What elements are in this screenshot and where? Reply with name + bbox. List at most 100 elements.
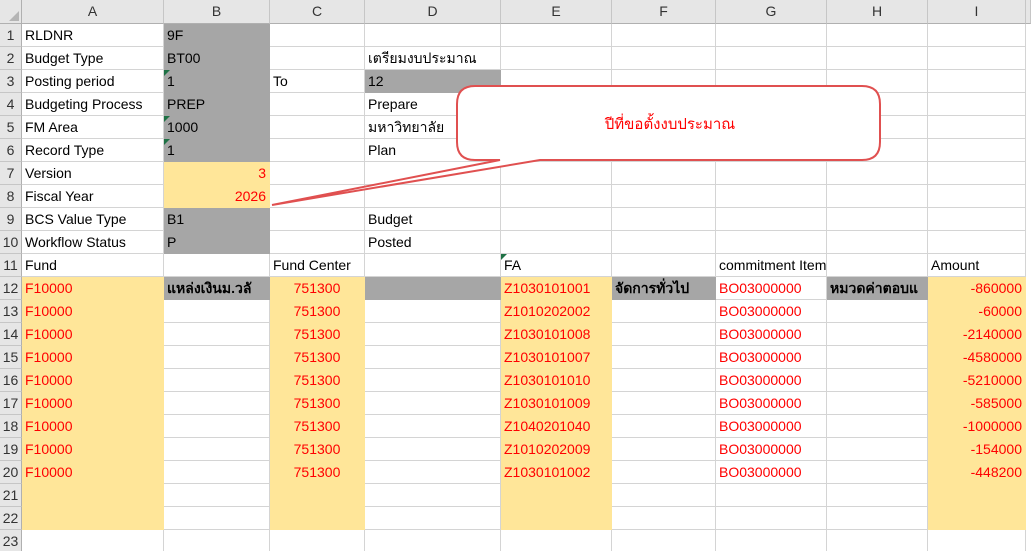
cell-i1[interactable] [928,24,1026,47]
cell-b12[interactable]: แหล่งเงินม.วลั [164,277,270,300]
cell-i9[interactable] [928,208,1026,231]
cell-c10[interactable] [270,231,365,254]
cell-b15[interactable] [164,346,270,369]
cell-c4[interactable] [270,93,365,116]
cell-h6[interactable] [827,139,928,162]
cell-a14[interactable]: F10000 [22,323,164,346]
column-header-h[interactable]: H [827,0,928,24]
cell-i10[interactable] [928,231,1026,254]
cell-e12[interactable]: Z1030101001 [501,277,612,300]
cell-c8[interactable] [270,185,365,208]
cell-c12[interactable]: 751300 [270,277,365,300]
cell-b8[interactable]: 2026 [164,185,270,208]
cell-e22[interactable] [501,507,612,530]
cell-a6[interactable]: Record Type [22,139,164,162]
row-header-16[interactable]: 16 [0,369,22,392]
cell-f23[interactable] [612,530,716,551]
cell-g18[interactable]: BO03000000 [716,415,827,438]
cell-h20[interactable] [827,461,928,484]
select-all-corner[interactable] [0,0,22,24]
cell-f11[interactable] [612,254,716,277]
cell-g7[interactable] [716,162,827,185]
cell-e19[interactable]: Z1010202009 [501,438,612,461]
cell-c23[interactable] [270,530,365,551]
row-header-4[interactable]: 4 [0,93,22,116]
cell-e8[interactable] [501,185,612,208]
cell-e14[interactable]: Z1030101008 [501,323,612,346]
cell-i22[interactable] [928,507,1026,530]
cell-i13[interactable]: -60000 [928,300,1026,323]
row-header-1[interactable]: 1 [0,24,22,47]
cell-d10[interactable]: Posted [365,231,501,254]
cell-f1[interactable] [612,24,716,47]
cell-g13[interactable]: BO03000000 [716,300,827,323]
cell-h14[interactable] [827,323,928,346]
cell-e20[interactable]: Z1030101002 [501,461,612,484]
cell-c18[interactable]: 751300 [270,415,365,438]
cell-a2[interactable]: Budget Type [22,47,164,70]
cell-b20[interactable] [164,461,270,484]
row-header-18[interactable]: 18 [0,415,22,438]
cell-d18[interactable] [365,415,501,438]
cell-i15[interactable]: -4580000 [928,346,1026,369]
cell-e3[interactable] [501,70,612,93]
cell-c11[interactable]: Fund Center [270,254,365,277]
cell-g23[interactable] [716,530,827,551]
cell-b6[interactable]: 1 [164,139,270,162]
cell-d11[interactable] [365,254,501,277]
cell-g14[interactable]: BO03000000 [716,323,827,346]
cell-d13[interactable] [365,300,501,323]
cell-g20[interactable]: BO03000000 [716,461,827,484]
row-header-13[interactable]: 13 [0,300,22,323]
column-header-c[interactable]: C [270,0,365,24]
cell-d20[interactable] [365,461,501,484]
cell-b18[interactable] [164,415,270,438]
row-header-9[interactable]: 9 [0,208,22,231]
row-header-23[interactable]: 23 [0,530,22,551]
row-header-5[interactable]: 5 [0,116,22,139]
cell-h15[interactable] [827,346,928,369]
cell-b5[interactable]: 1000 [164,116,270,139]
row-header-20[interactable]: 20 [0,461,22,484]
cell-g21[interactable] [716,484,827,507]
cell-h19[interactable] [827,438,928,461]
cell-f10[interactable] [612,231,716,254]
cell-d12[interactable] [365,277,501,300]
cell-c1[interactable] [270,24,365,47]
cell-f22[interactable] [612,507,716,530]
column-header-f[interactable]: F [612,0,716,24]
cell-h8[interactable] [827,185,928,208]
cell-b3[interactable]: 1 [164,70,270,93]
cell-b9[interactable]: B1 [164,208,270,231]
cell-a5[interactable]: FM Area [22,116,164,139]
cell-i4[interactable] [928,93,1026,116]
cell-d19[interactable] [365,438,501,461]
cell-e11[interactable]: FA [501,254,612,277]
cell-i8[interactable] [928,185,1026,208]
cell-a13[interactable]: F10000 [22,300,164,323]
cell-i23[interactable] [928,530,1026,551]
cell-d15[interactable] [365,346,501,369]
cell-h23[interactable] [827,530,928,551]
cell-g3[interactable] [716,70,827,93]
cell-b11[interactable] [164,254,270,277]
cell-b7[interactable]: 3 [164,162,270,185]
cell-i17[interactable]: -585000 [928,392,1026,415]
cell-a16[interactable]: F10000 [22,369,164,392]
cell-c14[interactable]: 751300 [270,323,365,346]
cell-a4[interactable]: Budgeting Process [22,93,164,116]
cell-i11[interactable]: Amount [928,254,1026,277]
cell-h13[interactable] [827,300,928,323]
cell-i14[interactable]: -2140000 [928,323,1026,346]
cell-b23[interactable] [164,530,270,551]
row-header-6[interactable]: 6 [0,139,22,162]
cell-g6[interactable] [716,139,827,162]
cell-f8[interactable] [612,185,716,208]
cell-a20[interactable]: F10000 [22,461,164,484]
cell-e13[interactable]: Z1010202002 [501,300,612,323]
cell-i6[interactable] [928,139,1026,162]
cell-h7[interactable] [827,162,928,185]
cell-f6[interactable] [612,139,716,162]
cell-g10[interactable] [716,231,827,254]
cell-b10[interactable]: P [164,231,270,254]
